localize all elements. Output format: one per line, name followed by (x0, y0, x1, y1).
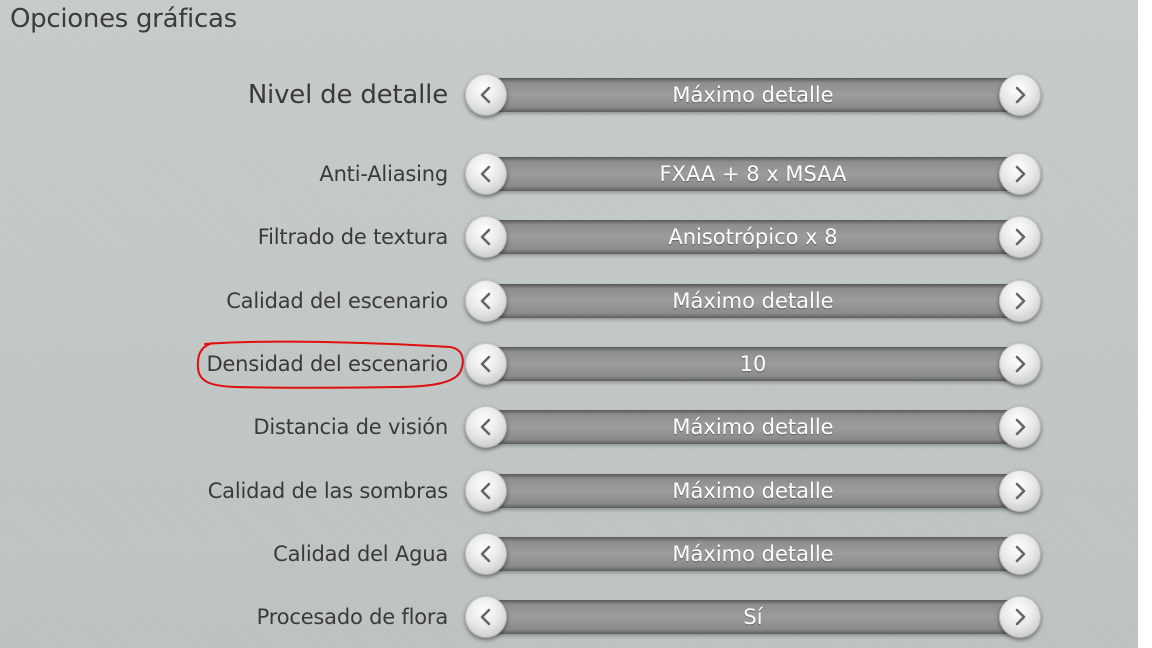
prev-option-button[interactable] (465, 343, 507, 385)
option-selector: Sí (465, 596, 1041, 638)
setting-label: Procesado de flora (256, 605, 449, 629)
prev-option-button[interactable] (465, 216, 507, 258)
setting-row-scenery-density: Densidad del escenario 10 (0, 340, 1138, 388)
next-option-button[interactable] (999, 74, 1041, 116)
setting-value: Máximo detalle (672, 83, 834, 107)
chevron-left-icon (480, 418, 491, 436)
setting-value: Máximo detalle (672, 415, 834, 439)
setting-value: Sí (743, 605, 763, 629)
setting-row-view-distance: Distancia de visión Máximo detalle (0, 403, 1138, 451)
option-selector: Máximo detalle (465, 280, 1041, 322)
next-option-button[interactable] (999, 470, 1041, 512)
option-selector: 10 (465, 343, 1041, 385)
chevron-right-icon (1015, 228, 1026, 246)
setting-row-shadow-quality: Calidad de las sombras Máximo detalle (0, 467, 1138, 515)
chevron-right-icon (1015, 418, 1026, 436)
chevron-right-icon (1015, 545, 1026, 563)
setting-row-texture-filtering: Filtrado de textura Anisotrópico x 8 (0, 213, 1138, 261)
prev-option-button[interactable] (465, 406, 507, 448)
setting-value: 10 (739, 352, 767, 376)
prev-option-button[interactable] (465, 74, 507, 116)
setting-value: Máximo detalle (672, 542, 834, 566)
option-selector: Máximo detalle (465, 533, 1041, 575)
prev-option-button[interactable] (465, 470, 507, 512)
chevron-left-icon (480, 482, 491, 500)
next-option-button[interactable] (999, 533, 1041, 575)
next-option-button[interactable] (999, 280, 1041, 322)
setting-label: Calidad de las sombras (207, 479, 448, 503)
setting-row-water-quality: Calidad del Agua Máximo detalle (0, 530, 1138, 578)
setting-value: Máximo detalle (672, 479, 834, 503)
chevron-left-icon (480, 165, 491, 183)
chevron-left-icon (480, 228, 491, 246)
setting-value: Anisotrópico x 8 (668, 225, 838, 249)
setting-label: Nivel de detalle (247, 80, 448, 110)
prev-option-button[interactable] (465, 533, 507, 575)
option-selector: Máximo detalle (465, 406, 1041, 448)
graphics-options-panel: Opciones gráficas Nivel de detalle Máxim… (0, 0, 1138, 648)
setting-label: Anti-Aliasing (319, 162, 448, 186)
chevron-right-icon (1015, 86, 1026, 104)
chevron-right-icon (1015, 355, 1026, 373)
chevron-right-icon (1015, 608, 1026, 626)
setting-label: Distancia de visión (253, 415, 448, 439)
setting-row-scenery-quality: Calidad del escenario Máximo detalle (0, 277, 1138, 325)
option-selector: Anisotrópico x 8 (465, 216, 1041, 258)
option-selector: Máximo detalle (465, 74, 1041, 116)
chevron-left-icon (480, 608, 491, 626)
next-option-button[interactable] (999, 216, 1041, 258)
setting-row-flora-processing: Procesado de flora Sí (0, 593, 1138, 641)
next-option-button[interactable] (999, 596, 1041, 638)
chevron-right-icon (1015, 482, 1026, 500)
setting-label: Calidad del escenario (226, 289, 448, 313)
next-option-button[interactable] (999, 343, 1041, 385)
setting-value: FXAA + 8 x MSAA (659, 162, 847, 186)
next-option-button[interactable] (999, 153, 1041, 195)
chevron-left-icon (480, 355, 491, 373)
panel-title: Opciones gráficas (10, 4, 237, 34)
setting-label: Filtrado de textura (257, 225, 448, 249)
setting-value: Máximo detalle (672, 289, 834, 313)
next-option-button[interactable] (999, 406, 1041, 448)
prev-option-button[interactable] (465, 596, 507, 638)
option-selector: Máximo detalle (465, 470, 1041, 512)
chevron-left-icon (480, 86, 491, 104)
chevron-right-icon (1015, 292, 1026, 310)
chevron-left-icon (480, 292, 491, 310)
setting-label: Densidad del escenario (206, 352, 448, 376)
setting-row-anti-aliasing: Anti-Aliasing FXAA + 8 x MSAA (0, 150, 1138, 198)
prev-option-button[interactable] (465, 280, 507, 322)
chevron-right-icon (1015, 165, 1026, 183)
option-selector: FXAA + 8 x MSAA (465, 153, 1041, 195)
chevron-left-icon (480, 545, 491, 563)
setting-row-detail-level: Nivel de detalle Máximo detalle (0, 71, 1138, 119)
setting-label: Calidad del Agua (273, 542, 448, 566)
prev-option-button[interactable] (465, 153, 507, 195)
